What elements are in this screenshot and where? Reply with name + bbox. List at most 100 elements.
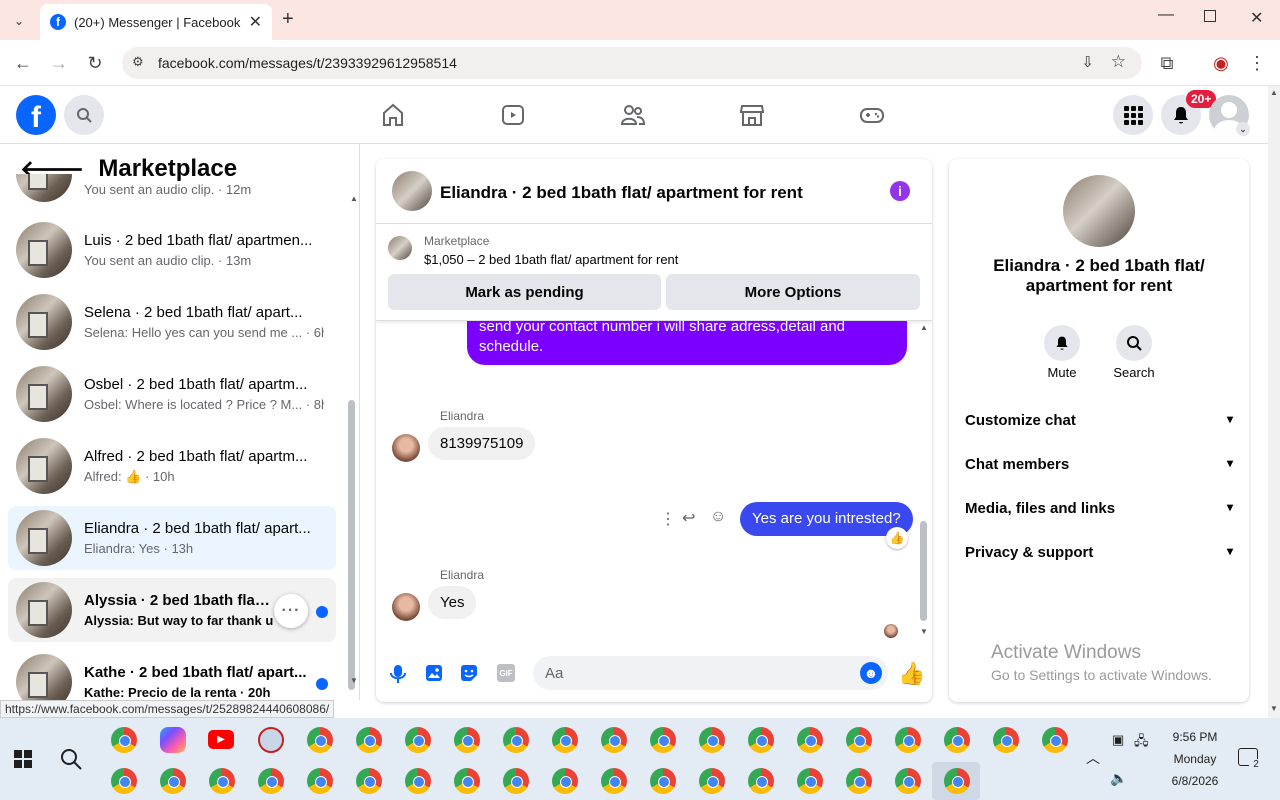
close-tab-icon[interactable]: ✕ bbox=[249, 12, 262, 32]
chrome-profile-taskbar-icon[interactable] bbox=[993, 727, 1019, 753]
thread-scrollbar[interactable]: ▲ ▼ bbox=[918, 321, 928, 639]
volume-icon[interactable]: 🔈 bbox=[1110, 770, 1127, 787]
chrome-profile-taskbar-icon[interactable] bbox=[503, 727, 529, 753]
chat-members-row[interactable]: Chat members ▾ bbox=[965, 456, 1233, 473]
device-icon[interactable]: ▣ bbox=[1112, 732, 1124, 748]
browser-tab[interactable]: f (20+) Messenger | Facebook ✕ bbox=[40, 4, 272, 40]
chrome-profile-taskbar-icon[interactable] bbox=[944, 768, 970, 794]
sticker-icon[interactable] bbox=[460, 664, 478, 682]
chrome-profile-taskbar-icon[interactable] bbox=[797, 727, 823, 753]
restore-icon[interactable] bbox=[1204, 10, 1216, 22]
conversation-item[interactable]: Kathe · 2 bed 1bath flat/ apart... Kathe:… bbox=[8, 650, 336, 700]
chrome-profile-taskbar-icon[interactable] bbox=[895, 768, 921, 794]
friends-icon[interactable] bbox=[620, 102, 646, 128]
chrome-profile-taskbar-icon[interactable] bbox=[454, 768, 480, 794]
chrome-profile-taskbar-icon[interactable] bbox=[454, 727, 480, 753]
chrome-profile-taskbar-icon[interactable] bbox=[503, 768, 529, 794]
menu-grid-icon[interactable] bbox=[1113, 95, 1153, 135]
listing-thumbnail[interactable] bbox=[388, 236, 412, 260]
chrome-profile-taskbar-icon[interactable] bbox=[601, 768, 627, 794]
photo-icon[interactable] bbox=[425, 664, 443, 682]
taskbar-search-icon[interactable] bbox=[60, 748, 82, 770]
gif-icon[interactable]: GIF bbox=[497, 664, 515, 682]
sent-message-blue[interactable]: Yes are you intrested? bbox=[740, 502, 913, 536]
account-chevron-icon[interactable]: ⌄ bbox=[1236, 122, 1250, 136]
conversation-more-options-button[interactable]: ··· bbox=[274, 594, 308, 628]
customize-chat-row[interactable]: Customize chat ▾ bbox=[965, 412, 1233, 429]
clock-date[interactable]: 6/8/2026 bbox=[1160, 774, 1230, 788]
sent-message[interactable]: send your contact number i will share ad… bbox=[467, 321, 907, 365]
browser-menu-icon[interactable]: ⋮ bbox=[1242, 48, 1272, 78]
gaming-icon[interactable] bbox=[859, 102, 885, 128]
chrome-profile-taskbar-icon[interactable] bbox=[944, 727, 970, 753]
chrome-profile-taskbar-icon[interactable] bbox=[846, 727, 872, 753]
conversation-item-hovered[interactable]: Alyssia · 2 bed 1bath flat/ apartm... Aly… bbox=[8, 578, 336, 642]
chat-avatar[interactable] bbox=[392, 171, 432, 211]
facebook-logo-icon[interactable]: f bbox=[16, 95, 56, 135]
received-message[interactable]: Yes bbox=[428, 586, 477, 619]
partial-conversation[interactable]: You sent an audio clip. · 12m bbox=[16, 174, 336, 204]
reaction-thumbs-up-icon[interactable]: 👍 bbox=[886, 527, 908, 549]
site-info-icon[interactable]: ⚙ bbox=[132, 54, 144, 70]
video-icon[interactable] bbox=[500, 102, 526, 128]
bookmark-star-icon[interactable]: ☆ bbox=[1111, 52, 1126, 72]
minimize-icon[interactable]: — bbox=[1158, 6, 1174, 24]
chrome-profile-taskbar-icon[interactable] bbox=[405, 768, 431, 794]
chrome-profile-taskbar-icon[interactable] bbox=[601, 727, 627, 753]
chrome-taskbar-icon[interactable] bbox=[111, 727, 137, 753]
new-tab-icon[interactable]: + bbox=[282, 8, 294, 31]
chrome-profile-taskbar-icon[interactable] bbox=[356, 727, 382, 753]
more-options-button[interactable]: More Options bbox=[666, 274, 920, 310]
info-avatar[interactable] bbox=[1063, 175, 1135, 247]
chrome-profile-taskbar-icon[interactable] bbox=[699, 727, 725, 753]
chrome-profile-taskbar-icon[interactable] bbox=[748, 768, 774, 794]
conversation-item[interactable]: Selena · 2 bed 1bath flat/ apart... Selen… bbox=[8, 290, 336, 354]
conversation-item[interactable]: Alfred · 2 bed 1bath flat/ apartm... Alfr… bbox=[8, 434, 336, 498]
mark-as-pending-button[interactable]: Mark as pending bbox=[388, 274, 661, 310]
install-app-icon[interactable]: ⇩ bbox=[1081, 53, 1094, 71]
reply-icon[interactable]: ↩ bbox=[682, 508, 695, 528]
privacy-support-row[interactable]: Privacy & support ▾ bbox=[965, 544, 1233, 561]
chrome-profile-taskbar-icon[interactable] bbox=[650, 768, 676, 794]
profile-icon[interactable]: ◉ bbox=[1206, 48, 1236, 78]
chrome-profile-taskbar-icon[interactable] bbox=[160, 768, 186, 794]
back-icon[interactable]: ← bbox=[8, 48, 38, 78]
microphone-icon[interactable] bbox=[390, 664, 406, 684]
sidebar-scrollbar[interactable]: ▲ ▼ bbox=[346, 194, 358, 694]
forward-icon[interactable]: → bbox=[44, 48, 74, 78]
search-icon[interactable] bbox=[64, 95, 104, 135]
chrome-profile-taskbar-icon[interactable] bbox=[699, 768, 725, 794]
youtube-taskbar-icon[interactable]: ▶ bbox=[208, 730, 234, 749]
chrome-profile-taskbar-icon[interactable] bbox=[405, 727, 431, 753]
chrome-profile-taskbar-icon[interactable] bbox=[356, 768, 382, 794]
chrome-profile-taskbar-icon[interactable] bbox=[307, 768, 333, 794]
marketplace-icon[interactable] bbox=[739, 102, 765, 128]
contact-avatar[interactable] bbox=[392, 593, 420, 621]
copilot-taskbar-icon[interactable] bbox=[160, 727, 186, 753]
chrome-profile-taskbar-icon[interactable] bbox=[846, 768, 872, 794]
message-more-icon[interactable]: ⋮ bbox=[660, 509, 676, 529]
chrome-profile-taskbar-icon[interactable] bbox=[307, 727, 333, 753]
tray-overflow-icon[interactable]: ︿ bbox=[1086, 748, 1100, 768]
conversation-info-icon[interactable]: i bbox=[890, 181, 910, 201]
conversation-item[interactable]: Osbel · 2 bed 1bath flat/ apartm... Osbel… bbox=[8, 362, 336, 426]
received-message[interactable]: 8139975109 bbox=[428, 427, 536, 460]
chrome-profile-taskbar-icon[interactable] bbox=[1042, 727, 1068, 753]
conversation-item[interactable]: Luis · 2 bed 1bath flat/ apartmen... You … bbox=[8, 218, 336, 282]
chrome-profile-taskbar-icon[interactable] bbox=[552, 768, 578, 794]
tab-list-dropdown-icon[interactable]: ⌄ bbox=[8, 10, 30, 32]
network-icon[interactable]: 🖧 bbox=[1134, 732, 1149, 754]
page-scrollbar[interactable]: ▲ ▼ bbox=[1268, 86, 1280, 718]
search-in-conversation-button[interactable] bbox=[1116, 325, 1152, 361]
emoji-picker-icon[interactable]: ☻ bbox=[860, 662, 882, 684]
listing-price-title[interactable]: $1,050 – 2 bed 1bath flat/ apartment for… bbox=[424, 252, 678, 267]
home-icon[interactable] bbox=[380, 102, 406, 128]
close-window-icon[interactable]: ✕ bbox=[1250, 8, 1263, 28]
send-like-icon[interactable]: 👍 bbox=[898, 661, 925, 687]
contact-avatar[interactable] bbox=[392, 434, 420, 462]
conversation-item-active[interactable]: Eliandra · 2 bed 1bath flat/ apart... Eli… bbox=[8, 506, 336, 570]
chrome-profile-taskbar-icon[interactable] bbox=[797, 768, 823, 794]
chrome-profile-taskbar-icon[interactable] bbox=[895, 727, 921, 753]
chrome-profile-taskbar-icon[interactable] bbox=[650, 727, 676, 753]
clock-day[interactable]: Monday bbox=[1160, 752, 1230, 766]
